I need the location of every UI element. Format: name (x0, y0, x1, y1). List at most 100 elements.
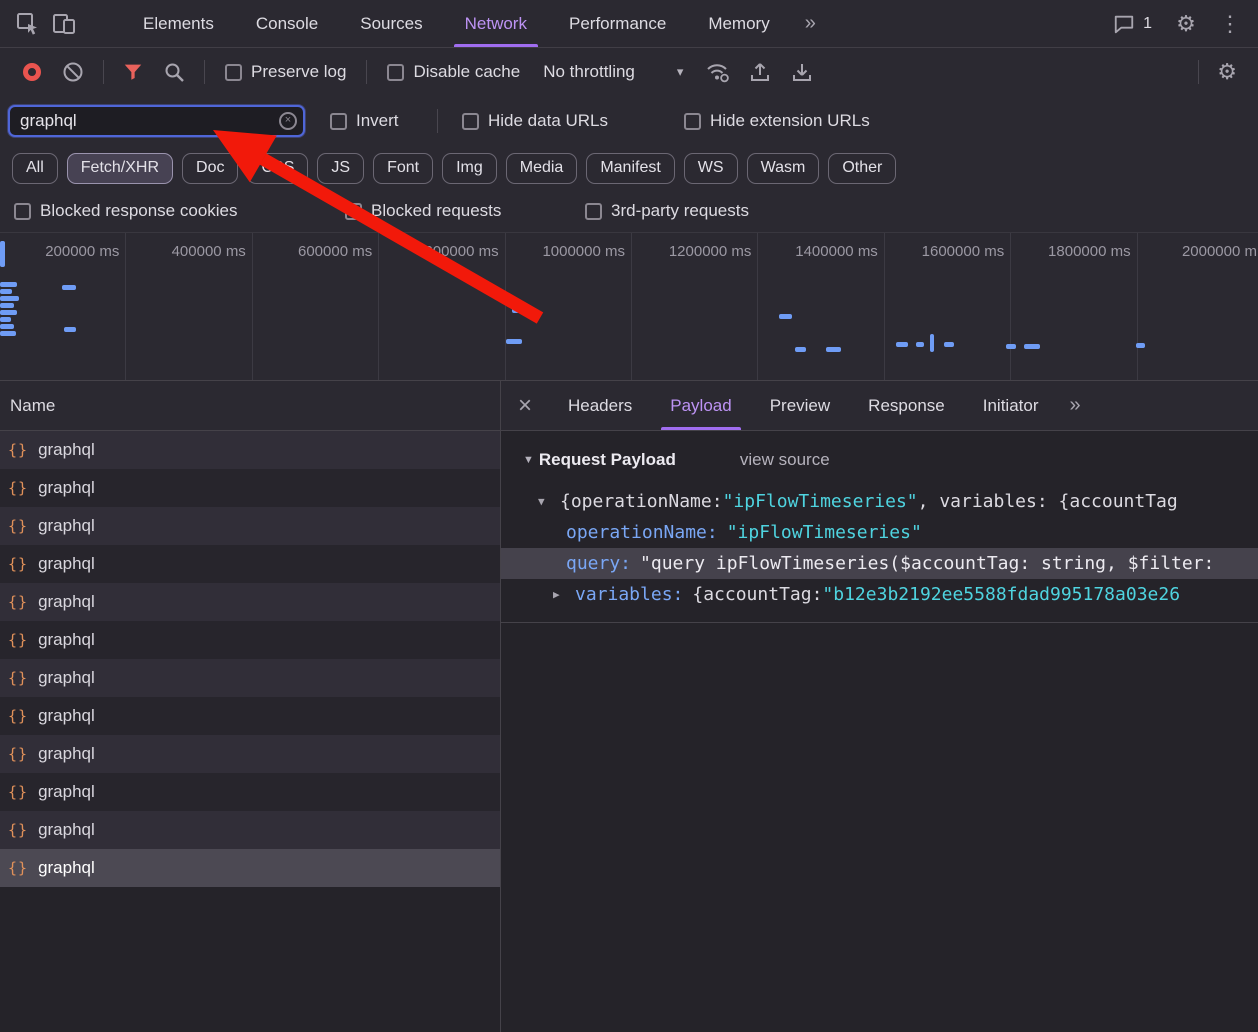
tab-payload[interactable]: Payload (651, 381, 750, 430)
table-row[interactable]: {} graphql (0, 545, 500, 583)
table-row[interactable]: {} graphql (0, 773, 500, 811)
table-row[interactable]: {} graphql (0, 621, 500, 659)
fetch-xhr-icon: {} (8, 479, 29, 497)
preserve-log-control[interactable]: Preserve log (225, 62, 346, 82)
toolbar-divider (103, 60, 104, 84)
more-tabs-icon[interactable]: » (791, 0, 830, 47)
blocked-requests-label: Blocked requests (371, 201, 502, 220)
timeline-gridline (631, 233, 632, 380)
tab-elements[interactable]: Elements (122, 0, 235, 47)
tab-headers[interactable]: Headers (549, 381, 651, 430)
network-filter-input[interactable] (8, 105, 305, 137)
table-row[interactable]: {} graphql (0, 811, 500, 849)
view-source-link[interactable]: view source (740, 450, 830, 470)
toolbar-divider (366, 60, 368, 84)
tab-preview[interactable]: Preview (751, 381, 849, 430)
third-party-control[interactable]: 3rd-party requests (585, 190, 749, 232)
pill-other[interactable]: Other (828, 152, 897, 184)
filter-toggle-icon[interactable] (122, 61, 144, 83)
blocked-cookies-checkbox[interactable] (14, 202, 31, 220)
table-row[interactable]: {} graphql (0, 735, 500, 773)
table-row[interactable]: {} graphql (0, 469, 500, 507)
pill-img[interactable]: Img (442, 152, 497, 184)
blocked-requests-checkbox[interactable] (345, 202, 362, 220)
request-type-filters: All Fetch/XHR Doc CSS JS Font Img Media … (0, 146, 1258, 190)
fetch-xhr-icon: {} (8, 441, 29, 459)
name-column-header[interactable]: Name (0, 381, 500, 431)
fetch-xhr-icon: {} (8, 745, 29, 763)
pill-ws[interactable]: WS (683, 152, 738, 184)
timeline-gridline (883, 233, 885, 380)
table-row[interactable]: {} graphql (0, 431, 500, 469)
table-row[interactable]: {} graphql (0, 659, 500, 697)
search-icon[interactable] (162, 60, 186, 84)
pill-font[interactable]: Font (373, 152, 434, 184)
inspect-element-icon[interactable] (10, 6, 46, 42)
pill-media[interactable]: Media (505, 152, 578, 184)
third-party-label: 3rd-party requests (611, 201, 749, 220)
clear-button[interactable] (61, 60, 85, 84)
network-settings-gear-icon[interactable]: ⚙ (1217, 61, 1237, 83)
pill-css[interactable]: CSS (247, 152, 309, 184)
blocked-requests-control[interactable]: Blocked requests (345, 190, 501, 232)
tab-initiator[interactable]: Initiator (964, 381, 1058, 430)
hide-extension-urls-control[interactable]: Hide extension URLs (684, 96, 870, 146)
settings-gear-icon[interactable]: ⚙ (1168, 6, 1204, 42)
console-messages-button[interactable]: 1 (1105, 13, 1160, 35)
pill-wasm[interactable]: Wasm (746, 152, 820, 184)
table-row[interactable]: {} graphql (0, 697, 500, 735)
table-row[interactable]: {} graphql (0, 507, 500, 545)
disable-cache-checkbox[interactable] (387, 63, 405, 81)
hide-data-urls-control[interactable]: Hide data URLs (462, 96, 608, 146)
clear-filter-icon[interactable]: × (279, 112, 297, 130)
payload-value: "query ipFlowTimeseries($accountTag: str… (640, 553, 1215, 574)
tab-network[interactable]: Network (444, 0, 548, 47)
hide-extension-urls-checkbox[interactable] (684, 112, 701, 130)
payload-row-operationname[interactable]: operationName: "ipFlowTimeseries" (501, 517, 1258, 548)
pill-all[interactable]: All (12, 152, 58, 184)
pill-doc[interactable]: Doc (182, 152, 239, 184)
hide-data-urls-checkbox[interactable] (462, 112, 479, 130)
import-har-icon[interactable] (748, 60, 772, 84)
fetch-xhr-icon: {} (8, 821, 29, 839)
tab-sources[interactable]: Sources (339, 0, 443, 47)
invert-checkbox[interactable] (330, 112, 347, 130)
tab-console[interactable]: Console (235, 0, 339, 47)
network-activity-bar (916, 342, 924, 347)
tab-response[interactable]: Response (849, 381, 964, 430)
table-row[interactable]: {} graphql (0, 849, 500, 887)
collapse-triangle-icon[interactable]: ▼ (523, 454, 534, 466)
message-count: 1 (1143, 14, 1152, 32)
expand-triangle-icon[interactable]: ▶ (553, 588, 575, 601)
record-button[interactable] (23, 63, 41, 81)
payload-row-variables[interactable]: ▶ variables: {accountTag: "b12e3b2192ee5… (501, 579, 1258, 610)
invert-filter-control[interactable]: Invert (330, 96, 399, 146)
table-row[interactable]: {} graphql (0, 583, 500, 621)
preserve-log-checkbox[interactable] (225, 63, 242, 81)
network-conditions-icon[interactable] (704, 60, 730, 84)
tab-performance[interactable]: Performance (548, 0, 687, 47)
export-har-icon[interactable] (790, 60, 814, 84)
request-details-pane: × Headers Payload Preview Response Initi… (501, 380, 1258, 1032)
disable-cache-control[interactable]: Disable cache (387, 62, 520, 82)
pill-fetch-xhr[interactable]: Fetch/XHR (66, 152, 174, 184)
close-icon[interactable]: × (501, 392, 549, 420)
kebab-menu-icon[interactable]: ⋮ (1212, 6, 1248, 42)
tab-memory[interactable]: Memory (687, 0, 790, 47)
timeline-gridline (251, 233, 253, 380)
payload-root-text: , variables: {accountTag (917, 491, 1178, 512)
hide-extension-urls-label: Hide extension URLs (710, 111, 870, 130)
device-toolbar-icon[interactable] (46, 6, 82, 42)
timeline-overview[interactable]: 200000 ms 400000 ms 600000 ms 800000 ms 1000… (0, 232, 1258, 380)
expand-triangle-icon[interactable]: ▼ (538, 495, 560, 508)
more-detail-tabs-icon[interactable]: » (1069, 394, 1080, 417)
pill-js[interactable]: JS (317, 152, 365, 184)
throttling-dropdown[interactable]: No throttling ▾ (543, 62, 683, 82)
request-name: graphql (38, 858, 95, 877)
payload-root-row[interactable]: ▼ {operationName: "ipFlowTimeseries", va… (501, 486, 1258, 517)
third-party-checkbox[interactable] (585, 202, 602, 220)
pill-manifest[interactable]: Manifest (586, 152, 675, 184)
payload-row-query[interactable]: query: "query ipFlowTimeseries($accountT… (501, 548, 1258, 579)
blocked-cookies-control[interactable]: Blocked response cookies (14, 190, 238, 232)
network-activity-bar (0, 282, 17, 287)
